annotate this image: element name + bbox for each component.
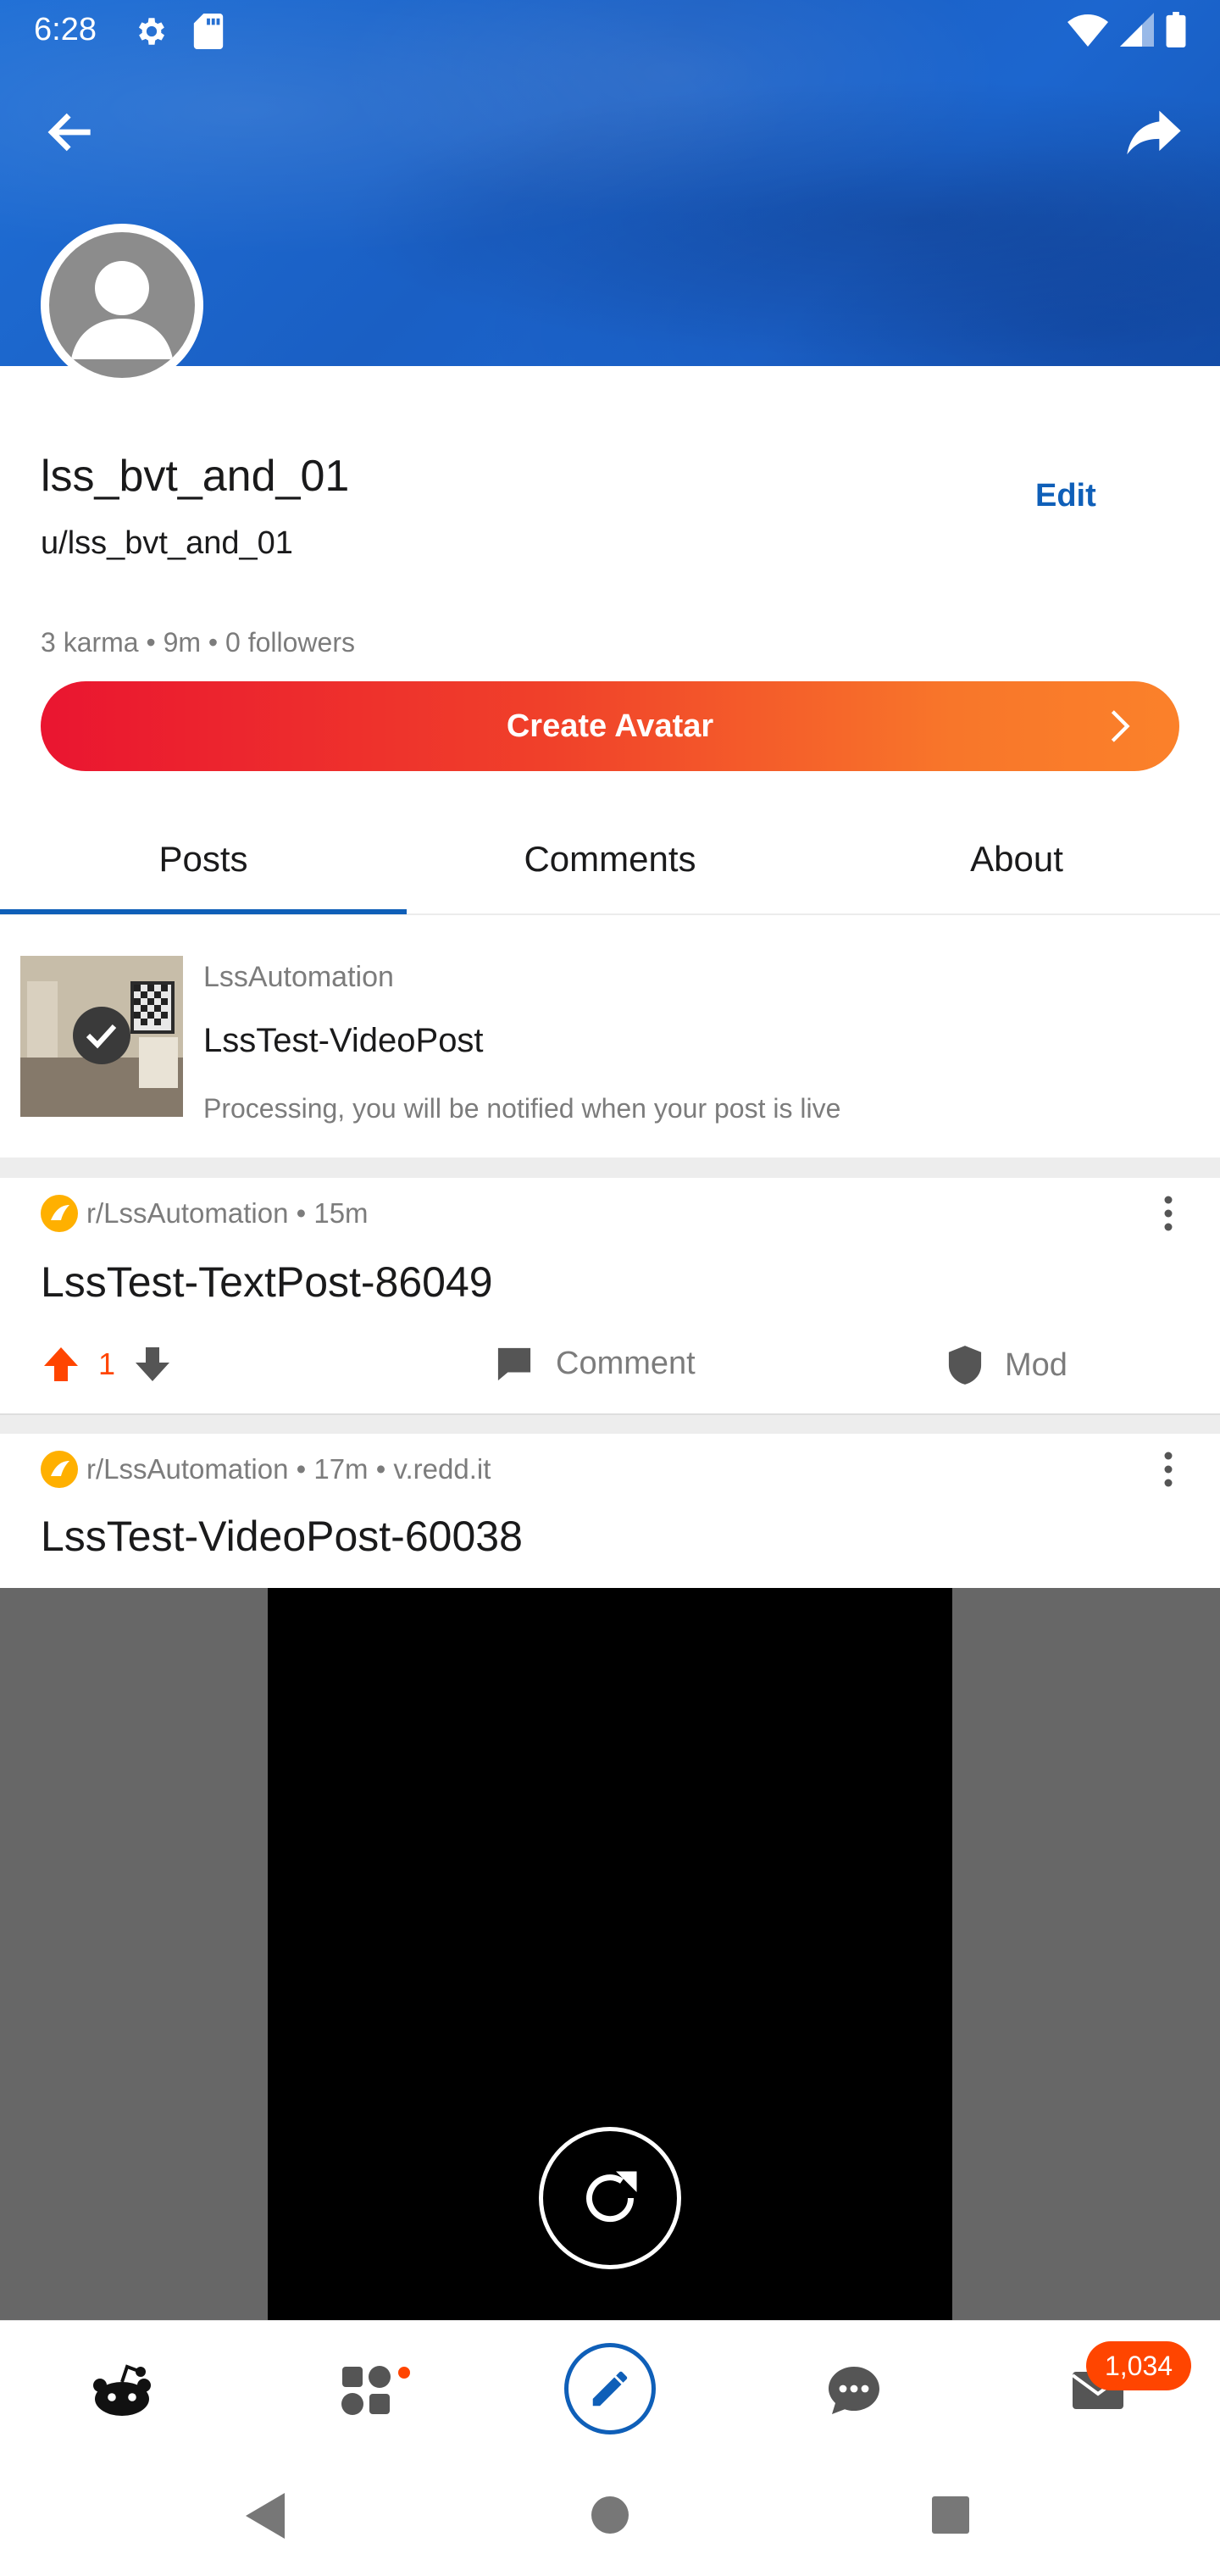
tab-comments[interactable]: Comments xyxy=(407,815,813,913)
sd-card-icon xyxy=(193,14,224,53)
comment-button[interactable]: Comment xyxy=(495,1346,696,1382)
shield-icon xyxy=(948,1346,982,1385)
comment-icon xyxy=(497,1347,531,1380)
default-avatar-icon xyxy=(49,232,195,378)
post-actions: 1 Comment Mod xyxy=(0,1330,1220,1398)
replay-button[interactable] xyxy=(539,2127,681,2269)
post-meta[interactable]: r/LssAutomation • 15m xyxy=(41,1195,369,1232)
mod-label: Mod xyxy=(1005,1346,1068,1383)
upvote-icon[interactable] xyxy=(41,1344,81,1385)
back-button[interactable] xyxy=(42,103,100,161)
system-home-icon[interactable] xyxy=(590,2495,630,2535)
processing-post-card[interactable]: LssAutomation LssTest-VideoPost Processi… xyxy=(0,932,1220,1158)
comment-label: Comment xyxy=(556,1346,696,1381)
system-back-icon[interactable] xyxy=(244,2491,288,2540)
create-post-button[interactable] xyxy=(564,2343,656,2434)
share-button[interactable] xyxy=(1122,100,1186,164)
pencil-icon xyxy=(592,2371,628,2407)
divider xyxy=(0,1158,1220,1178)
video-thumbnail xyxy=(20,956,183,1117)
chevron-right-icon xyxy=(1111,710,1130,742)
edit-button[interactable]: Edit xyxy=(1035,478,1096,514)
post-title[interactable]: LssTest-TextPost-86049 xyxy=(41,1257,493,1307)
more-options-icon[interactable] xyxy=(1157,1190,1179,1237)
post-meta[interactable]: r/LssAutomation • 17m • v.redd.it xyxy=(41,1451,491,1488)
battery-icon xyxy=(1166,12,1186,52)
status-bar: 6:28 xyxy=(0,0,1220,64)
post-title[interactable]: LssTest-VideoPost-60038 xyxy=(41,1512,523,1561)
create-avatar-label: Create Avatar xyxy=(506,708,714,744)
arrow-left-icon xyxy=(47,113,91,152)
communities-icon[interactable] xyxy=(332,2357,400,2424)
inbox-badge: 1,034 xyxy=(1086,2341,1191,2390)
mod-button[interactable]: Mod xyxy=(947,1346,1068,1385)
system-recents-icon[interactable] xyxy=(930,2495,971,2535)
username: u/lss_bvt_and_01 xyxy=(41,525,293,561)
post-meta-text: r/LssAutomation • 17m • v.redd.it xyxy=(86,1453,491,1485)
subreddit-icon xyxy=(41,1195,78,1232)
processing-community: LssAutomation xyxy=(203,961,394,993)
post-meta-text: r/LssAutomation • 15m xyxy=(86,1197,369,1229)
create-avatar-button[interactable]: Create Avatar xyxy=(41,681,1179,771)
share-arrow-icon xyxy=(1127,110,1181,155)
notification-dot xyxy=(398,2367,410,2379)
avatar xyxy=(41,224,203,386)
status-time: 6:28 xyxy=(34,12,97,47)
vote-control: 1 xyxy=(41,1344,173,1385)
downvote-icon[interactable] xyxy=(132,1344,173,1385)
processing-title: LssTest-VideoPost xyxy=(203,1022,484,1059)
replay-icon xyxy=(586,2171,637,2223)
tab-about[interactable]: About xyxy=(813,815,1220,913)
active-tab-indicator xyxy=(0,909,407,914)
display-name: lss_bvt_and_01 xyxy=(41,452,350,501)
subreddit-icon xyxy=(41,1451,78,1488)
profile-tabs: Posts Comments About xyxy=(0,815,1220,913)
system-navigation-bar xyxy=(0,2456,1220,2576)
more-options-icon[interactable] xyxy=(1157,1446,1179,1493)
chat-icon[interactable] xyxy=(820,2357,888,2424)
wifi-icon xyxy=(1068,13,1108,51)
home-icon[interactable] xyxy=(88,2357,156,2424)
divider xyxy=(0,1413,1220,1434)
vote-count: 1 xyxy=(98,1346,116,1381)
gear-icon xyxy=(134,14,169,53)
profile-stats: 3 karma • 9m • 0 followers xyxy=(41,627,355,658)
processing-message: Processing, you will be notified when yo… xyxy=(203,1093,841,1124)
signal-icon xyxy=(1120,13,1154,51)
bottom-navigation: 1,034 xyxy=(0,2320,1220,2456)
tab-posts[interactable]: Posts xyxy=(0,815,407,913)
